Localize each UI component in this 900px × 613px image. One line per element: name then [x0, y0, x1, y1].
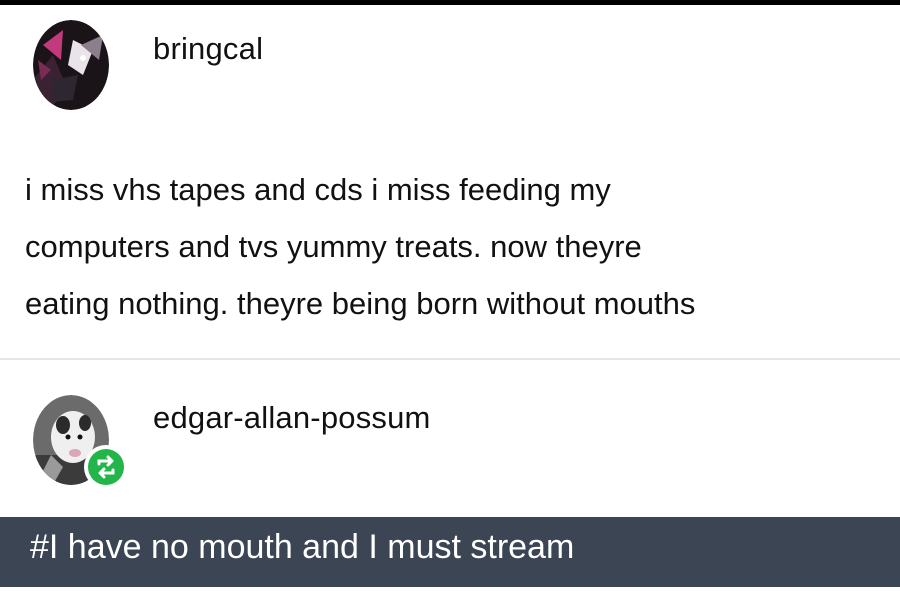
post-line: computers and tvs yummy treats. now they… — [25, 229, 642, 264]
tag-bar: #I have no mouth and I must stream — [0, 517, 900, 587]
post-body: i miss vhs tapes and cds i miss feeding … — [25, 161, 885, 332]
user-avatar-dark-art-icon — [33, 20, 109, 110]
reblog-badge — [84, 445, 128, 489]
post-line: i miss vhs tapes and cds i miss feeding … — [25, 172, 611, 207]
bringcal-avatar[interactable] — [33, 20, 109, 110]
reblog-badge-fill — [88, 449, 124, 485]
post-line: eating nothing. theyre being born withou… — [25, 286, 696, 321]
reblog-icon — [97, 455, 115, 479]
bottom-spacer — [0, 587, 900, 613]
reblog-username[interactable]: edgar-allan-possum — [153, 400, 431, 436]
original-username[interactable]: bringcal — [153, 31, 263, 67]
post-divider — [0, 358, 900, 360]
post-tag[interactable]: #I have no mouth and I must stream — [30, 528, 574, 567]
top-border — [0, 0, 900, 5]
